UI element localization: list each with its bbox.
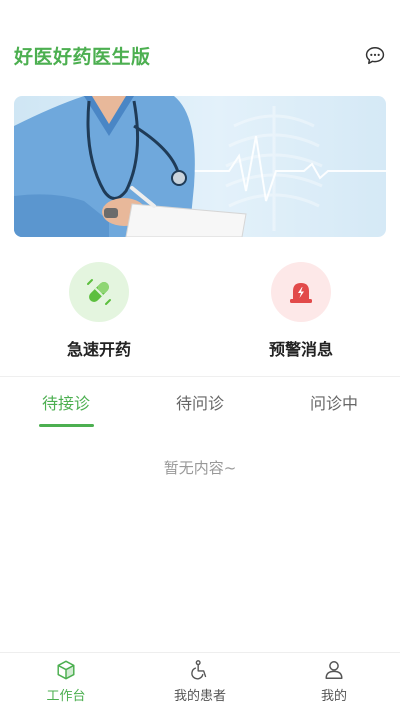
warning-messages-label: 预警消息 [268,340,333,359]
tabbar-label-me: 我的 [320,689,347,704]
tabbar-item-me[interactable]: 我的 [274,659,394,704]
app-header: 好医好药医生版 [0,0,400,96]
warning-messages-button[interactable]: 预警消息 [236,262,366,360]
warning-messages-icon-circle [271,262,331,322]
bottom-tab-bar: 工作台 我的患者 我的 [0,652,400,711]
alarm-light-icon [290,283,312,303]
tabbar-item-workbench[interactable]: 工作台 [6,659,126,704]
quick-prescribe-label: 急速开药 [66,340,131,359]
tabbar-item-my-patients[interactable]: 我的患者 [140,659,260,704]
wheelchair-icon [191,660,207,680]
quick-prescribe-icon-circle [69,262,129,322]
banner-illustration [14,96,386,237]
tab-pending-accept[interactable]: 待接诊 [11,390,121,414]
section-divider [0,376,400,377]
quick-prescribe-button[interactable]: 急速开药 [34,262,164,360]
consultation-tabs: 待接诊 待问诊 问诊中 [0,378,400,430]
pill-icon [87,279,111,305]
chat-bubble-icon[interactable] [364,45,386,67]
tab-pending-consult[interactable]: 待问诊 [145,390,255,414]
active-tab-indicator [39,424,94,427]
doctor-banner[interactable] [14,96,386,237]
tabbar-label-workbench: 工作台 [46,689,86,704]
app-title: 好医好药医生版 [14,46,151,68]
tabbar-label-my-patients: 我的患者 [173,689,226,704]
tab-in-consult[interactable]: 问诊中 [279,390,389,414]
empty-state-text: 暂无内容~ [163,459,237,477]
cube-icon [57,660,75,680]
person-icon [325,661,343,679]
